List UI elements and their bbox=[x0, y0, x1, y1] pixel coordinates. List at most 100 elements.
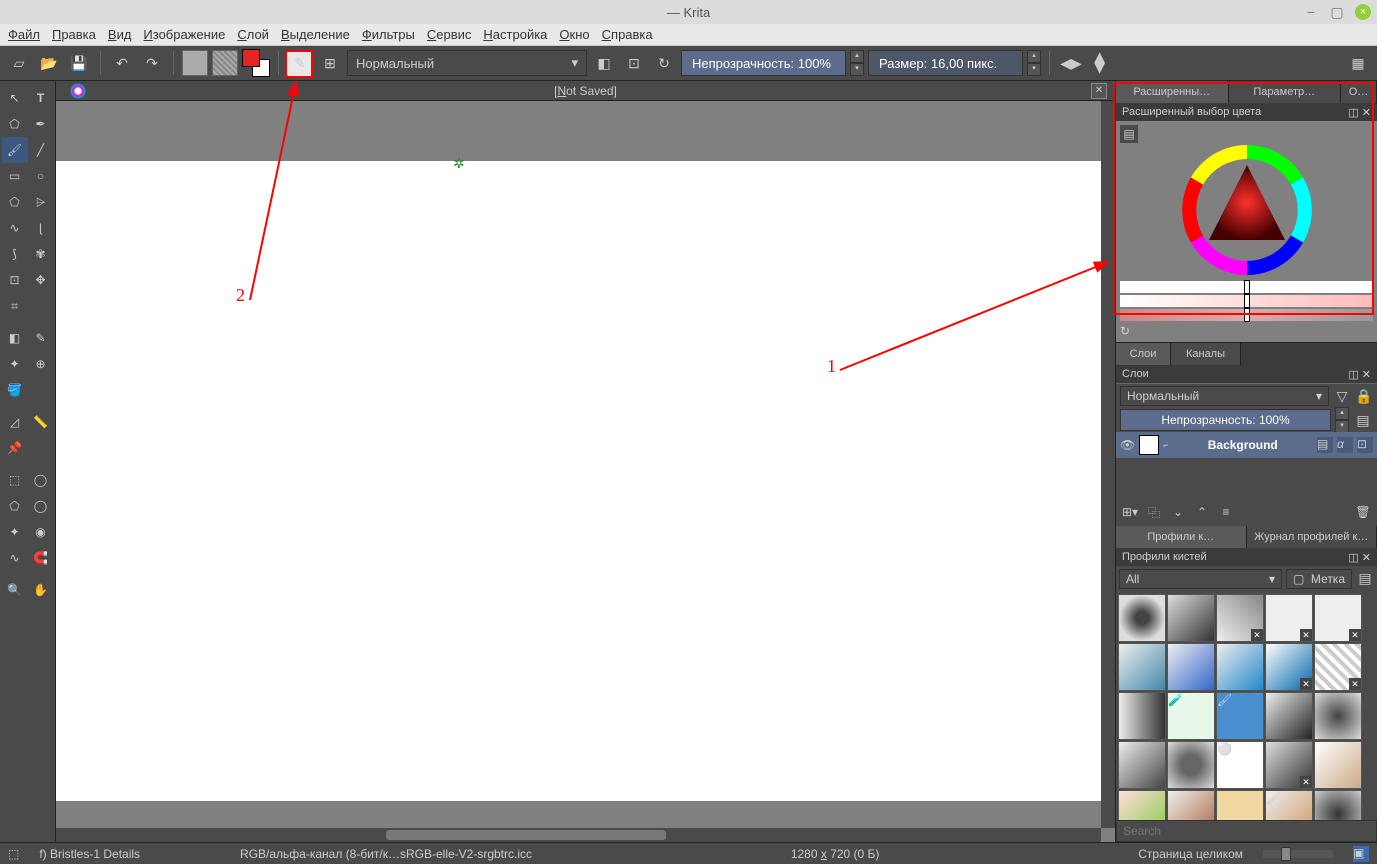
fill-tool[interactable]: 🪣 bbox=[2, 377, 28, 403]
layer-opacity-spinners[interactable]: ▴▾ bbox=[1335, 407, 1349, 433]
alpha-lock-button[interactable]: ⊡ bbox=[621, 50, 647, 76]
ellipse-select-tool[interactable]: ◯ bbox=[28, 493, 54, 519]
float-icon[interactable]: ◫ ✕ bbox=[1348, 551, 1371, 564]
save-file-button[interactable]: 💾 bbox=[66, 50, 92, 76]
preset-cell[interactable] bbox=[1265, 741, 1313, 789]
reference-tool[interactable]: 📌 bbox=[2, 435, 28, 461]
move-up-button[interactable]: ⌃ bbox=[1192, 502, 1212, 522]
preset-cell[interactable] bbox=[1265, 594, 1313, 642]
menu-layer[interactable]: Слой bbox=[237, 27, 269, 42]
preset-cell[interactable]: 🖌 bbox=[1265, 790, 1313, 820]
preset-grid[interactable]: 🧪 🖌 ⚪ 🖌 bbox=[1116, 592, 1377, 820]
preset-cell[interactable] bbox=[1118, 790, 1166, 820]
calligraphy-tool[interactable]: ✒ bbox=[28, 111, 54, 137]
select-mode-icon[interactable]: ⬚ bbox=[8, 847, 19, 861]
canvas-page[interactable] bbox=[56, 161, 1101, 801]
menu-settings[interactable]: Настройка bbox=[483, 27, 547, 42]
gradient-swatch[interactable] bbox=[182, 50, 208, 76]
redo-button[interactable]: ↷ bbox=[139, 50, 165, 76]
blend-mode-select[interactable]: Нормальный ▾ bbox=[347, 50, 587, 76]
move-layer-tool[interactable]: ✥ bbox=[28, 267, 54, 293]
preset-search-input[interactable] bbox=[1116, 820, 1377, 842]
layer-item[interactable]: 👁 ⌐ Background ▤ α ⊡ bbox=[1116, 432, 1377, 458]
undo-button[interactable]: ↶ bbox=[109, 50, 135, 76]
freehand-select-tool[interactable]: ◯ bbox=[28, 467, 54, 493]
contiguous-select-tool[interactable]: ✦ bbox=[2, 519, 28, 545]
mirror-h-button[interactable]: ◀▶ bbox=[1058, 50, 1084, 76]
pan-tool[interactable]: ✋ bbox=[28, 577, 54, 603]
preset-cell[interactable] bbox=[1314, 741, 1362, 789]
preset-cell[interactable] bbox=[1167, 594, 1215, 642]
tab-brush-history[interactable]: Журнал профилей к… bbox=[1247, 526, 1377, 548]
duplicate-layer-button[interactable]: ⿻ bbox=[1144, 502, 1164, 522]
preset-cell[interactable] bbox=[1265, 643, 1313, 691]
crop-tool[interactable]: ⌗ bbox=[2, 293, 28, 319]
opacity-slider[interactable]: Непрозрачность: 100% bbox=[681, 50, 846, 76]
canvas-viewport[interactable]: ✲ bbox=[56, 101, 1115, 842]
preset-cell[interactable] bbox=[1314, 643, 1362, 691]
fg-bg-color[interactable] bbox=[242, 49, 270, 77]
pattern-swatch[interactable] bbox=[212, 50, 238, 76]
smart-patch-tool[interactable]: ⊕ bbox=[28, 351, 54, 377]
tab-layers[interactable]: Слои bbox=[1116, 343, 1171, 365]
edit-shape-tool[interactable]: ⬠ bbox=[2, 111, 28, 137]
preset-cell[interactable] bbox=[1314, 692, 1362, 740]
opacity-spinners[interactable]: ▴▾ bbox=[850, 50, 864, 76]
preset-cell[interactable] bbox=[1216, 643, 1264, 691]
menu-tools[interactable]: Сервис bbox=[427, 27, 472, 42]
preset-view-icon[interactable]: ▤ bbox=[1356, 569, 1374, 587]
lock-icon[interactable]: 🔒 bbox=[1355, 387, 1373, 405]
float-icon[interactable]: ◫ ✕ bbox=[1348, 368, 1371, 381]
tab-brush-presets[interactable]: Профили к… bbox=[1116, 526, 1247, 548]
size-spinners[interactable]: ▴▾ bbox=[1027, 50, 1041, 76]
add-layer-button[interactable]: ⊞▾ bbox=[1120, 502, 1140, 522]
delete-layer-button[interactable]: 🗑 bbox=[1353, 502, 1373, 522]
menu-select[interactable]: Выделение bbox=[281, 27, 350, 42]
preset-cell[interactable]: 🧪 bbox=[1167, 692, 1215, 740]
refresh-icon[interactable]: ↻ bbox=[1120, 324, 1130, 338]
polygon-select-tool[interactable]: ⬠ bbox=[2, 493, 28, 519]
freehand-path-tool[interactable]: ɭ bbox=[28, 215, 54, 241]
transform-tool[interactable]: ⊡ bbox=[2, 267, 28, 293]
layer-settings-icon[interactable]: ▤ bbox=[1353, 410, 1373, 430]
menu-filters[interactable]: Фильтры bbox=[362, 27, 415, 42]
tab-channels[interactable]: Каналы bbox=[1171, 343, 1241, 365]
preset-cell[interactable] bbox=[1118, 692, 1166, 740]
preset-cell[interactable]: ⚪ bbox=[1216, 741, 1264, 789]
pattern-tool[interactable]: ✦ bbox=[2, 351, 28, 377]
close-document-button[interactable]: ✕ bbox=[1091, 83, 1107, 99]
move-tool[interactable]: ↖ bbox=[2, 85, 28, 111]
menu-image[interactable]: Изображение bbox=[143, 27, 225, 42]
eye-icon[interactable]: 👁 bbox=[1120, 438, 1135, 452]
menu-file[interactable]: Файл bbox=[8, 27, 40, 42]
layer-lock-icon[interactable]: ⊡ bbox=[1357, 437, 1373, 453]
dynamic-brush-tool[interactable]: ⟆ bbox=[2, 241, 28, 267]
filter-icon[interactable]: ▽ bbox=[1333, 387, 1351, 405]
move-down-button[interactable]: ⌄ bbox=[1168, 502, 1188, 522]
preset-cell[interactable] bbox=[1118, 741, 1166, 789]
open-file-button[interactable]: 📂 bbox=[36, 50, 62, 76]
ellipse-tool[interactable]: ○ bbox=[28, 163, 54, 189]
brush-settings-button[interactable]: ⊞ bbox=[317, 50, 343, 76]
minimize-button[interactable]: − bbox=[1303, 4, 1319, 20]
polyline-tool[interactable]: ⩥ bbox=[28, 189, 54, 215]
bezier-select-tool[interactable]: ∿ bbox=[2, 545, 28, 571]
scrollbar-horizontal[interactable] bbox=[56, 828, 1101, 842]
layer-opacity-slider[interactable]: Непрозрачность: 100% bbox=[1120, 409, 1331, 431]
workspace-button[interactable]: ▦ bbox=[1345, 50, 1371, 76]
color-select-tool[interactable]: ◉ bbox=[28, 519, 54, 545]
text-tool[interactable]: T bbox=[28, 85, 54, 111]
size-slider[interactable]: Размер: 16,00 пикс. bbox=[868, 50, 1023, 76]
preset-cell[interactable] bbox=[1167, 643, 1215, 691]
gradient-tool[interactable]: ◧ bbox=[2, 325, 28, 351]
preset-cell[interactable] bbox=[1216, 790, 1264, 820]
zoom-tool[interactable]: 🔍 bbox=[2, 577, 28, 603]
menu-view[interactable]: Вид bbox=[108, 27, 132, 42]
menu-edit[interactable]: Правка bbox=[52, 27, 96, 42]
new-file-button[interactable]: ▱ bbox=[6, 50, 32, 76]
layer-prop-icon[interactable]: ▤ bbox=[1317, 437, 1333, 453]
bezier-tool[interactable]: ∿ bbox=[2, 215, 28, 241]
reload-button[interactable]: ↻ bbox=[651, 50, 677, 76]
maximize-button[interactable]: ▢ bbox=[1329, 4, 1345, 20]
mirror-v-button[interactable]: ◀▶ bbox=[1088, 50, 1114, 76]
